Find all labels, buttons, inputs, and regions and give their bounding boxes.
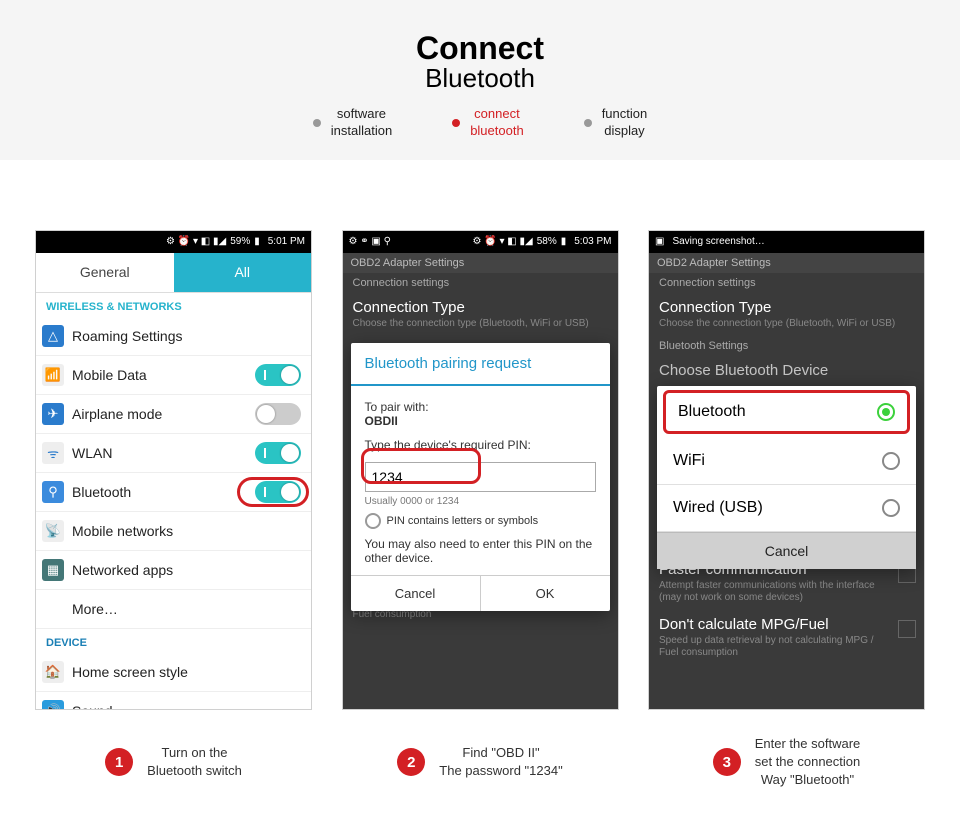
- wlan-toggle[interactable]: [255, 442, 301, 464]
- row-mobile-data[interactable]: 📶 Mobile Data: [36, 356, 311, 395]
- section-connection-settings: Connection settings: [343, 273, 618, 293]
- dialog-body: To pair with: OBDII Type the device's re…: [351, 386, 610, 575]
- spacer-icon: [42, 598, 64, 620]
- status-icons: ⚙ ⏰ ▾ ◧ ▮◢: [166, 236, 226, 247]
- airplane-toggle[interactable]: [255, 403, 301, 425]
- status-icons: ⚙ ⏰ ▾ ◧ ▮◢: [473, 236, 533, 247]
- dialog-title: Bluetooth pairing request: [351, 343, 610, 386]
- caption-step-2: 2 Find "OBD II"The password "1234": [342, 735, 619, 790]
- battery-text: 58%: [537, 236, 557, 247]
- section-bluetooth-settings: Bluetooth Settings: [649, 336, 924, 356]
- radio-icon: [882, 499, 900, 517]
- tab-software-installation[interactable]: softwareinstallation: [313, 106, 392, 140]
- phone-row: ⚙ ⏰ ▾ ◧ ▮◢ 59% ▮ 5:01 PM General All WIR…: [0, 160, 960, 725]
- screen-title: OBD2 Adapter Settings: [649, 253, 924, 273]
- row-bluetooth[interactable]: ⚲ Bluetooth: [36, 473, 311, 512]
- dialog-buttons: Cancel OK: [351, 575, 610, 611]
- mobile-networks-icon: 📡: [42, 520, 64, 542]
- row-mobile-networks[interactable]: 📡 Mobile networks: [36, 512, 311, 551]
- networked-apps-icon: ▦: [42, 559, 64, 581]
- screenshot-icon: ▣: [655, 236, 664, 247]
- step-number-badge: 1: [105, 748, 133, 776]
- step-number-badge: 3: [713, 748, 741, 776]
- status-bar: ⚙ ⏰ ▾ ◧ ▮◢ 59% ▮ 5:01 PM: [36, 231, 311, 253]
- cancel-button[interactable]: Cancel: [657, 532, 916, 569]
- tab-connect-bluetooth[interactable]: connectbluetooth: [452, 106, 524, 140]
- header-title-sub: Bluetooth: [20, 63, 940, 94]
- caption-step-3: 3 Enter the softwareset the connectionWa…: [648, 735, 925, 790]
- mobile-data-icon: 📶: [42, 364, 64, 386]
- step-number-badge: 2: [397, 748, 425, 776]
- row-connection-type[interactable]: Connection Type Choose the connection ty…: [343, 293, 618, 336]
- home-style-icon: 🏠: [42, 661, 64, 683]
- battery-icon: ▮: [254, 236, 260, 247]
- connection-type-dialog: Bluetooth WiFi Wired (USB) Cancel: [657, 386, 916, 569]
- pin-note: You may also need to enter this PIN on t…: [365, 537, 596, 565]
- pin-letters-checkbox-row[interactable]: PIN contains letters or symbols: [365, 513, 596, 529]
- page-header: Connect Bluetooth softwareinstallation c…: [0, 0, 960, 160]
- row-wlan[interactable]: ᯤ WLAN: [36, 434, 311, 473]
- row-networked-apps[interactable]: ▦ Networked apps: [36, 551, 311, 590]
- battery-icon: ▮: [561, 236, 567, 247]
- radio-icon: [882, 452, 900, 470]
- bluetooth-pairing-dialog: Bluetooth pairing request To pair with: …: [351, 343, 610, 611]
- header-tabs: softwareinstallation connectbluetooth fu…: [20, 106, 940, 140]
- row-sound[interactable]: 🔊 Sound: [36, 692, 311, 710]
- radio-on-icon: [877, 403, 895, 421]
- row-more[interactable]: More…: [36, 590, 311, 629]
- row-connection-type[interactable]: Connection Type Choose the connection ty…: [649, 293, 924, 336]
- wifi-icon: ᯤ: [42, 442, 64, 464]
- phone-screenshot-1: ⚙ ⏰ ▾ ◧ ▮◢ 59% ▮ 5:01 PM General All WIR…: [35, 230, 312, 710]
- row-roaming-settings[interactable]: △ Roaming Settings: [36, 317, 311, 356]
- settings-tabs: General All: [36, 253, 311, 293]
- tab-all[interactable]: All: [174, 253, 312, 293]
- row-choose-bt-device[interactable]: Choose Bluetooth Device: [649, 356, 924, 385]
- roaming-icon: △: [42, 325, 64, 347]
- choice-wired-usb[interactable]: Wired (USB): [657, 485, 916, 532]
- status-time: 5:03 PM: [574, 236, 611, 247]
- checkbox-icon[interactable]: [365, 513, 381, 529]
- tab-general[interactable]: General: [36, 253, 174, 293]
- dot-icon: [313, 119, 321, 127]
- status-bar: ▣ Saving screenshot…: [649, 231, 924, 253]
- screen-title: OBD2 Adapter Settings: [343, 253, 618, 273]
- dot-icon: [452, 119, 460, 127]
- choice-bluetooth[interactable]: Bluetooth: [663, 390, 910, 434]
- caption-step-1: 1 Turn on theBluetooth switch: [35, 735, 312, 790]
- pair-with-label: To pair with:: [365, 400, 596, 414]
- battery-text: 59%: [230, 236, 250, 247]
- phone-screenshot-2: ⚙ ⚭ ▣ ⚲ ⚙ ⏰ ▾ ◧ ▮◢ 58% ▮ 5:03 PM OBD2 Ad…: [342, 230, 619, 710]
- cancel-button[interactable]: Cancel: [351, 576, 481, 611]
- row-mpg-fuel[interactable]: Don't calculate MPG/Fuel Speed up data r…: [649, 610, 924, 665]
- bluetooth-icon: ⚲: [42, 481, 64, 503]
- tab-function-display[interactable]: functiondisplay: [584, 106, 648, 140]
- phone-screenshot-3: ▣ Saving screenshot… OBD2 Adapter Settin…: [648, 230, 925, 710]
- sound-icon: 🔊: [42, 700, 64, 710]
- dot-icon: [584, 119, 592, 127]
- checkbox-icon[interactable]: [898, 620, 916, 638]
- pair-device-name: OBDII: [365, 414, 596, 428]
- section-device: DEVICE: [36, 629, 311, 653]
- ok-button[interactable]: OK: [481, 576, 610, 611]
- section-connection-settings: Connection settings: [649, 273, 924, 293]
- step-captions: 1 Turn on theBluetooth switch 2 Find "OB…: [0, 725, 960, 820]
- mobile-data-toggle[interactable]: [255, 364, 301, 386]
- status-text: Saving screenshot…: [672, 236, 764, 247]
- highlight-pin: [361, 448, 481, 484]
- header-title-bold: Connect: [20, 30, 940, 67]
- status-time: 5:01 PM: [268, 236, 305, 247]
- status-bar: ⚙ ⚭ ▣ ⚲ ⚙ ⏰ ▾ ◧ ▮◢ 58% ▮ 5:03 PM: [343, 231, 618, 253]
- status-icons-left: ⚙ ⚭ ▣ ⚲: [349, 236, 391, 247]
- airplane-icon: ✈: [42, 403, 64, 425]
- choice-wifi[interactable]: WiFi: [657, 438, 916, 485]
- section-wireless-networks: WIRELESS & NETWORKS: [36, 293, 311, 317]
- row-home-screen-style[interactable]: 🏠 Home screen style: [36, 653, 311, 692]
- row-airplane-mode[interactable]: ✈ Airplane mode: [36, 395, 311, 434]
- highlight-bluetooth-toggle: [237, 477, 309, 507]
- usually-hint: Usually 0000 or 1234: [365, 496, 596, 507]
